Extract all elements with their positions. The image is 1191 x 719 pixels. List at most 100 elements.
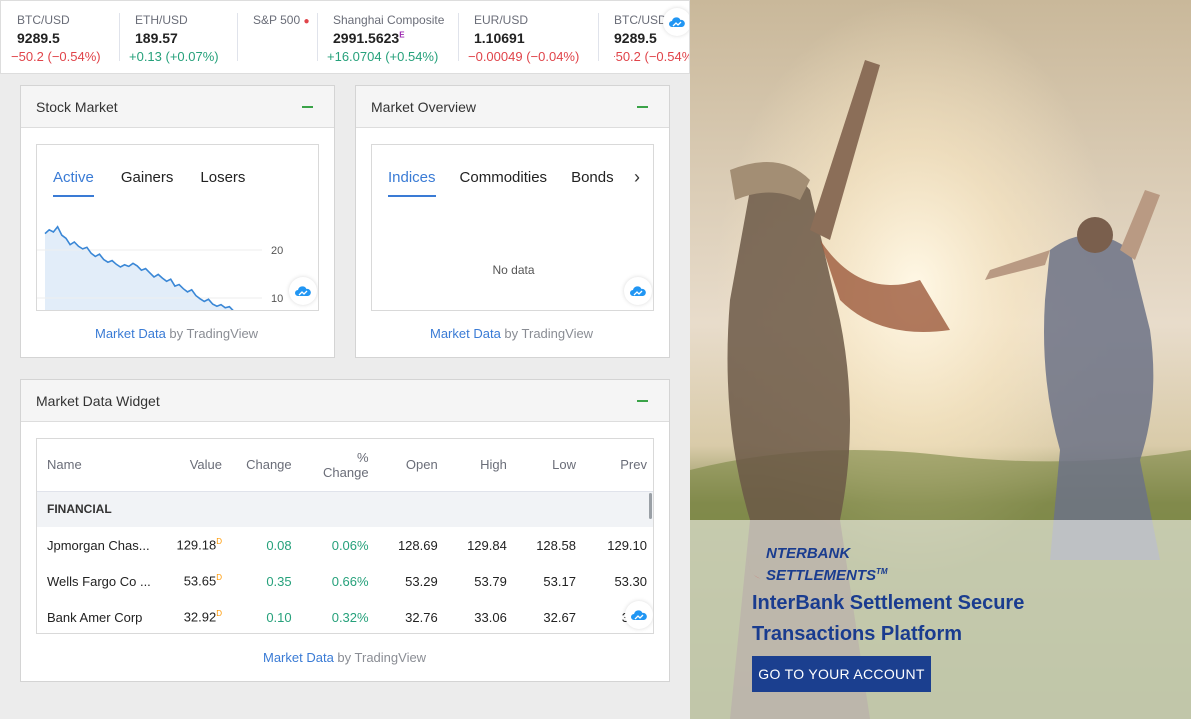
- ticker-tape: BTC/USD 9289.5 −50.2 (−0.54%) ETH/USD 18…: [0, 0, 690, 74]
- ticker-value: 9289.5: [17, 30, 60, 46]
- collapse-icon[interactable]: [637, 399, 648, 402]
- column-header[interactable]: Change: [232, 439, 302, 492]
- change-cell: 0.10: [266, 609, 292, 625]
- ticker-symbol: Shanghai Composite: [333, 13, 445, 27]
- tab-commodities[interactable]: Commodities: [460, 169, 548, 197]
- market-overview-tabs: Indices Commodities Bonds: [388, 169, 614, 197]
- stock-chart[interactable]: 20 10: [37, 145, 319, 311]
- ticker-symbol: BTC/USD: [17, 13, 70, 27]
- tab-indices[interactable]: Indices: [388, 169, 436, 197]
- change-cell: 0.08: [266, 537, 292, 553]
- market-data-table-widget: Name Value Change % Change Open High Low…: [36, 438, 654, 634]
- logo-line-2: SETTLEMENTS: [766, 567, 877, 584]
- tradingview-cloud-icon[interactable]: [663, 8, 689, 36]
- ticker-value: 2991.5623: [333, 30, 400, 46]
- ticker-value: 189.57: [135, 30, 178, 46]
- column-header[interactable]: Open: [378, 439, 448, 492]
- stock-market-widget: Active Gainers Losers 20 10: [36, 144, 319, 311]
- column-header[interactable]: Prev: [585, 439, 653, 492]
- logo-trademark: TM: [876, 567, 888, 576]
- change-cell: 0.35: [266, 573, 292, 589]
- collapse-icon[interactable]: [637, 105, 648, 108]
- ticker-divider: [119, 13, 120, 61]
- open-cell: 53.29: [405, 573, 438, 589]
- ticker-change: +16.0704 (+0.54%): [327, 49, 439, 64]
- symbol-name: Jpmorgan Chas...: [47, 537, 150, 553]
- column-header[interactable]: Value: [166, 439, 233, 492]
- column-header[interactable]: Low: [516, 439, 586, 492]
- market-overview-panel: Market Overview Indices Commodities Bond…: [355, 85, 670, 358]
- ticker-item[interactable]: ETH/USD 189.57 +0.13 (+0.07%): [129, 13, 219, 64]
- group-label: FINANCIAL: [37, 491, 653, 527]
- tradingview-cloud-icon[interactable]: [289, 277, 317, 305]
- credit-text: by TradingView: [500, 326, 594, 341]
- panel-header: Market Data Widget: [21, 380, 669, 422]
- market-data-link[interactable]: Market Data: [430, 326, 501, 341]
- empty-state: No data: [492, 263, 535, 277]
- low-cell: 53.17: [543, 573, 576, 589]
- table-row[interactable]: Jpmorgan Chas... 129.18D 0.08 0.06% 128.…: [37, 527, 653, 563]
- axis-tick-label: 10: [271, 293, 283, 305]
- symbol-name: Bank Amer Corp: [47, 609, 143, 625]
- ticker-symbol: EUR/USD: [474, 13, 529, 27]
- panel-header: Stock Market: [21, 86, 334, 128]
- hero-banner: NTERBANK SETTLEMENTSTM InterBank Settlem…: [690, 0, 1191, 719]
- table-row[interactable]: Wells Fargo Co ... 53.65D 0.35 0.66% 53.…: [37, 563, 653, 599]
- market-data-table: Name Value Change % Change Open High Low…: [37, 439, 653, 633]
- symbol-name: Wells Fargo Co ...: [47, 573, 151, 589]
- ticker-change: −50.2 (−0.54%): [614, 49, 689, 64]
- high-cell: 53.79: [474, 573, 507, 589]
- pct-change-cell: 0.32%: [331, 609, 369, 625]
- tradingview-cloud-icon[interactable]: [625, 601, 653, 629]
- market-data-widget-panel: Market Data Widget Name Value Change % C…: [20, 379, 670, 682]
- pct-change-cell: 0.66%: [331, 573, 369, 589]
- ticker-item[interactable]: EUR/USD 1.10691 −0.00049 (−0.04%): [468, 13, 579, 64]
- column-header[interactable]: Name: [37, 439, 167, 492]
- chevron-right-icon[interactable]: ›: [634, 167, 640, 188]
- column-header[interactable]: % Change: [301, 439, 379, 492]
- ticker-change: +0.13 (+0.07%): [129, 49, 219, 64]
- table-header-row: Name Value Change % Change Open High Low…: [37, 439, 653, 492]
- ticker-symbol: ETH/USD: [135, 13, 188, 27]
- delay-flag: D: [216, 609, 223, 619]
- tradingview-credit: Market Data by TradingView: [95, 326, 258, 341]
- panel-title: Market Data Widget: [36, 392, 160, 409]
- credit-text: by TradingView: [165, 326, 259, 341]
- ticker-item[interactable]: BTC/USD 9289.5 −50.2 (−0.54%): [11, 13, 101, 64]
- group-row: FINANCIAL: [37, 491, 653, 527]
- prev-cell: 129.10: [607, 537, 647, 553]
- open-cell: 32.76: [405, 609, 438, 625]
- table-row[interactable]: Bank Amer Corp 32.92D 0.10 0.32% 32.76 3…: [37, 599, 653, 633]
- panel-header: Market Overview: [356, 86, 669, 128]
- column-header[interactable]: High: [447, 439, 517, 492]
- ticker-value: 1.10691: [474, 30, 525, 46]
- high-cell: 129.84: [467, 537, 507, 553]
- open-cell: 128.69: [397, 537, 438, 553]
- stock-market-panel: Stock Market Active Gainers Losers 20 10…: [20, 85, 335, 358]
- ticker-item[interactable]: Shanghai Composite 2991.5623E +16.0704 (…: [327, 13, 445, 64]
- value-cell: 53.65: [183, 573, 217, 589]
- panel-title: Stock Market: [36, 98, 118, 115]
- ticker-divider: [317, 13, 318, 61]
- credit-text: by TradingView: [333, 650, 427, 665]
- tab-bonds[interactable]: Bonds: [571, 169, 614, 197]
- ticker-flag: E: [399, 30, 405, 40]
- delay-flag: D: [216, 537, 223, 547]
- low-cell: 128.58: [536, 537, 576, 553]
- high-cell: 33.06: [474, 609, 507, 625]
- ticker-divider: [458, 13, 459, 61]
- ticker-symbol: S&P 500: [253, 13, 301, 27]
- tradingview-credit: Market Data by TradingView: [430, 326, 593, 341]
- ticker-change: −50.2 (−0.54%): [11, 49, 101, 64]
- tradingview-cloud-icon[interactable]: [624, 277, 652, 305]
- market-data-link[interactable]: Market Data: [95, 326, 166, 341]
- go-to-account-button[interactable]: GO TO YOUR ACCOUNT: [752, 656, 931, 692]
- market-data-link[interactable]: Market Data: [263, 650, 334, 665]
- pct-change-cell: 0.06%: [331, 537, 369, 553]
- scrollbar-thumb[interactable]: [649, 493, 652, 519]
- prev-cell: 53.30: [614, 573, 647, 589]
- delay-flag: D: [216, 573, 223, 583]
- value-cell: 32.92: [183, 609, 217, 625]
- ticker-item[interactable]: S&P 500 ●: [253, 13, 310, 27]
- collapse-icon[interactable]: [302, 105, 313, 108]
